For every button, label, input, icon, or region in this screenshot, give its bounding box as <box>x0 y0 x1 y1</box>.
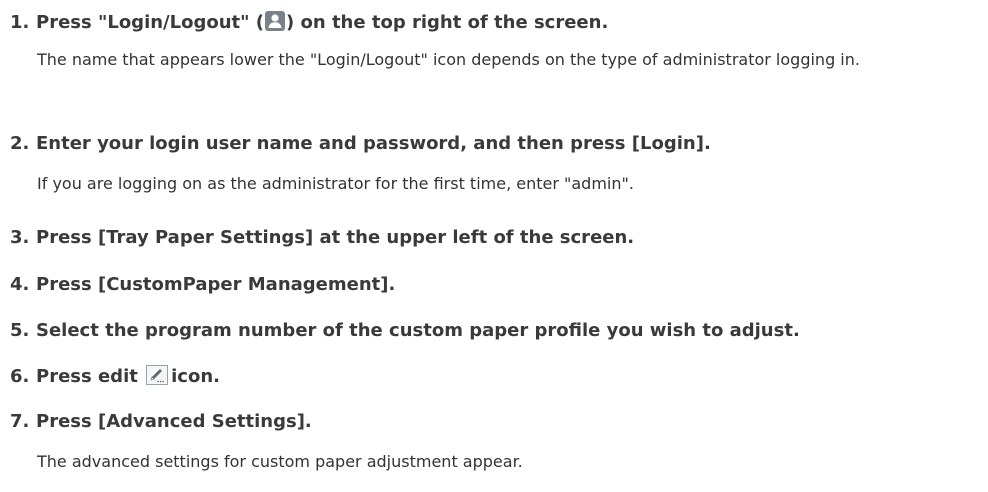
step-6-text-start: Press edit <box>36 366 138 387</box>
step-1-text-start: Press "Login/Logout" ( <box>36 12 265 33</box>
step-number: 4. <box>10 274 30 295</box>
step-number: 1. <box>10 12 30 33</box>
step-3-text: Press [Tray Paper Settings] at the upper… <box>36 227 635 248</box>
step-6-text-end: icon. <box>171 366 220 387</box>
edit-pencil-icon <box>146 365 169 385</box>
step-number: 2. <box>10 133 30 154</box>
step-7-text: Press [Advanced Settings]. <box>36 411 312 432</box>
step-6-heading: 6. Press edit icon. <box>10 365 220 388</box>
step-3-heading: 3. Press [Tray Paper Settings] at the upp… <box>10 227 634 249</box>
step-1-note: The name that appears lower the "Login/L… <box>37 50 860 69</box>
step-4-text: Press [CustomPaper Management]. <box>36 274 396 295</box>
step-5-heading: 5. Select the program number of the custo… <box>10 320 800 342</box>
step-number: 7. <box>10 411 30 432</box>
step-2-heading: 2. Enter your login user name and passwor… <box>10 133 711 155</box>
step-2-note: If you are logging on as the administrat… <box>37 174 634 193</box>
step-7-heading: 7. Press [Advanced Settings]. <box>10 411 312 433</box>
step-1-heading: 1. Press "Login/Logout" ( ) on the top rig… <box>10 11 608 34</box>
step-1-text-end: ) on the top right of the screen. <box>286 12 609 33</box>
login-user-icon <box>265 11 286 31</box>
step-5-text: Select the program number of the custom … <box>36 320 800 341</box>
step-7-note: The advanced settings for custom paper a… <box>37 452 523 471</box>
step-2-text: Enter your login user name and password,… <box>36 133 711 154</box>
step-number: 5. <box>10 320 30 341</box>
step-number: 6. <box>10 366 30 387</box>
step-4-heading: 4. Press [CustomPaper Management]. <box>10 274 395 296</box>
step-number: 3. <box>10 227 30 248</box>
